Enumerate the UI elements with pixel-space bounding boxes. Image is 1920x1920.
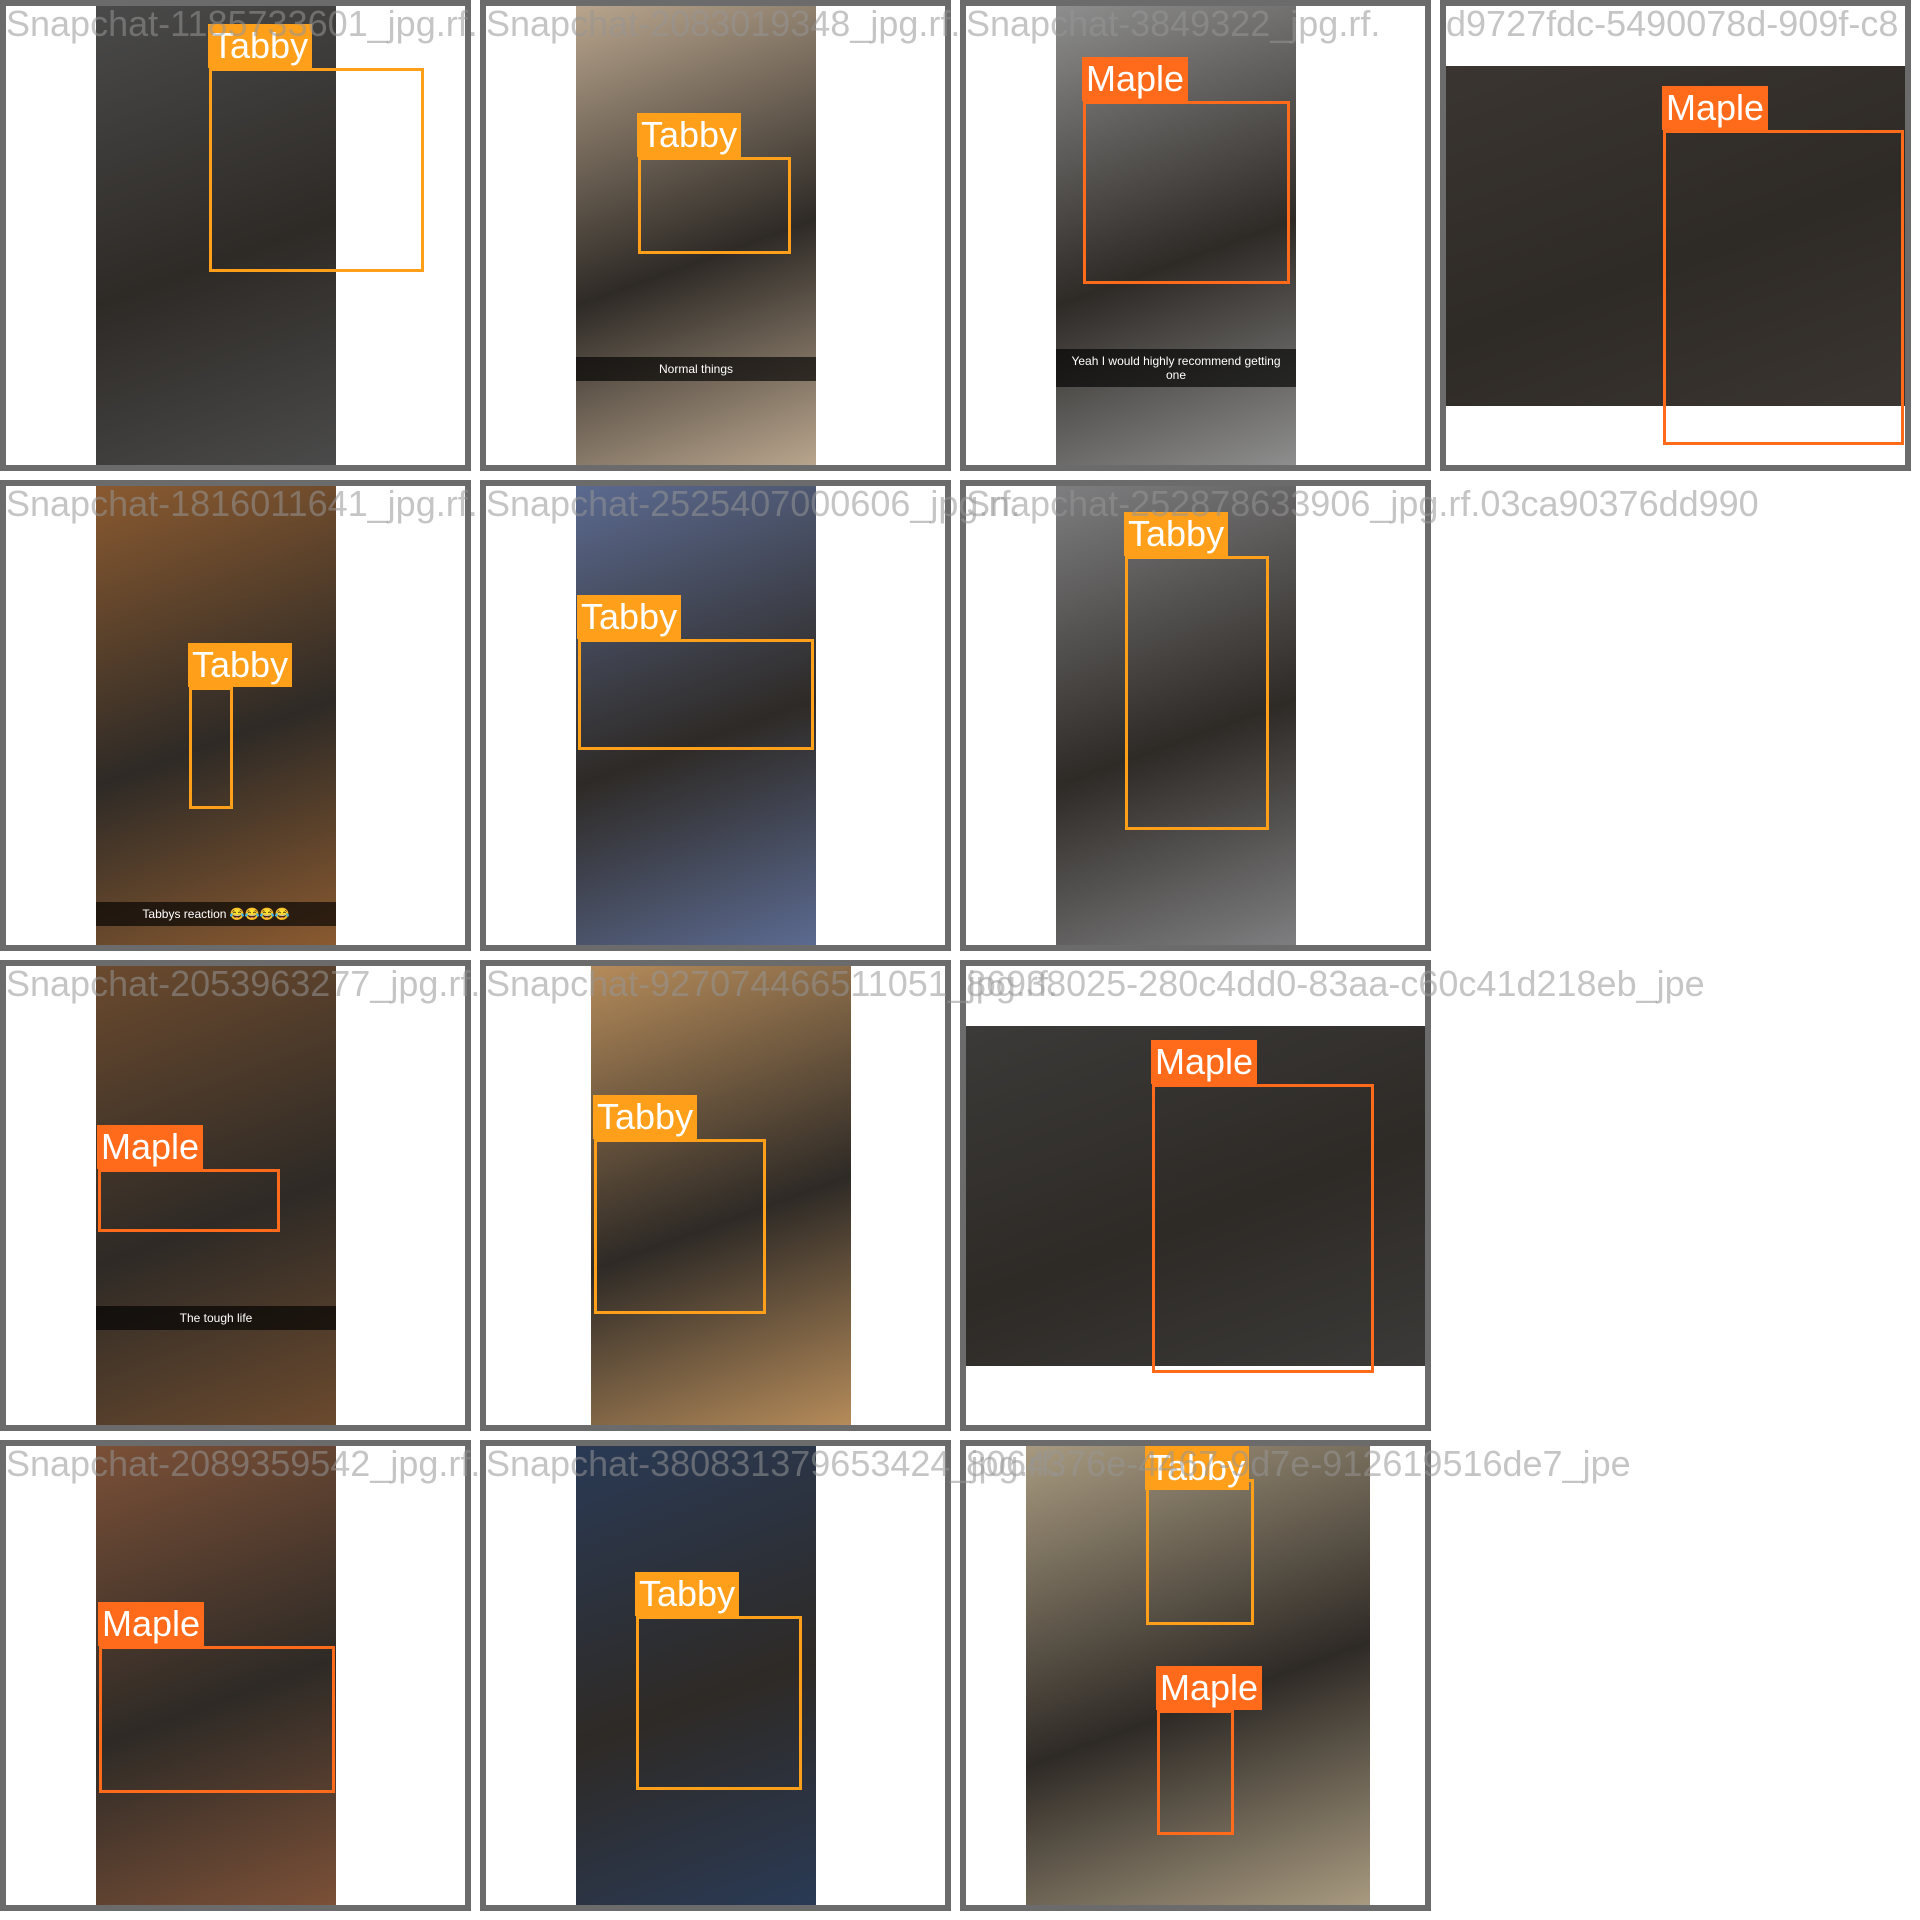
detection-label-tabby: Tabby (188, 643, 293, 687)
image-tile[interactable]: Tabby (480, 960, 951, 1431)
detection-box-maple (1083, 101, 1290, 284)
image-tile[interactable]: Tabby (480, 1440, 951, 1911)
detection-label-maple: Maple (98, 1602, 205, 1646)
detection-box-tabby (1125, 556, 1269, 830)
detection-label-tabby: Tabby (1124, 512, 1229, 556)
image-tile[interactable]: Tabby (960, 480, 1431, 951)
detection-label-tabby: Tabby (1145, 1446, 1250, 1490)
detection-box-maple (99, 1646, 335, 1793)
snap-caption: The tough life (96, 1306, 336, 1330)
image-tile[interactable]: Tabby Maple (960, 1440, 1431, 1911)
detection-label-tabby: Tabby (593, 1095, 698, 1139)
detection-box-tabby (578, 639, 814, 750)
detection-box-tabby (636, 1616, 802, 1790)
image-grid: Tabby Tabby Normal things Maple Yeah I would… (0, 0, 1920, 1920)
detection-box-maple (1152, 1084, 1374, 1373)
detection-box-tabby (209, 68, 424, 272)
detection-box-tabby (189, 687, 233, 809)
detection-box-maple (98, 1169, 280, 1232)
detection-label-tabby: Tabby (637, 113, 742, 157)
detection-label-maple: Maple (1156, 1666, 1263, 1710)
detection-box-tabby (594, 1139, 766, 1314)
snap-caption: Tabbys reaction 😂😂😂😂 (96, 902, 336, 926)
image-tile[interactable]: Tabby (480, 480, 951, 951)
snap-caption: Yeah I would highly recommend getting on… (1056, 349, 1296, 387)
detection-box-maple (1663, 130, 1904, 445)
image-tile[interactable]: Tabby (0, 0, 471, 471)
detection-label-tabby: Tabby (635, 1572, 740, 1616)
detection-label-tabby: Tabby (208, 24, 313, 68)
detection-box-tabby (638, 157, 791, 254)
detection-label-maple: Maple (97, 1125, 204, 1169)
image-tile[interactable]: Tabby Tabbys reaction 😂😂😂😂 (0, 480, 471, 951)
image-tile[interactable]: Maple The tough life (0, 960, 471, 1431)
image-tile[interactable]: Tabby Normal things (480, 0, 951, 471)
detection-label-maple: Maple (1151, 1040, 1258, 1084)
empty-cell (1440, 960, 1911, 1431)
detection-label-tabby: Tabby (577, 595, 682, 639)
detection-label-maple: Maple (1662, 86, 1769, 130)
detection-box-tabby (1146, 1479, 1254, 1625)
empty-cell (1440, 1440, 1911, 1911)
detection-box-maple (1157, 1710, 1234, 1835)
snap-caption: Normal things (576, 357, 816, 381)
image-tile[interactable]: Maple Yeah I would highly recommend getti… (960, 0, 1431, 471)
empty-cell (1440, 480, 1911, 951)
image-tile[interactable]: Maple (960, 960, 1431, 1431)
image-tile[interactable]: Maple (1440, 0, 1911, 471)
image-tile[interactable]: Maple (0, 1440, 471, 1911)
detection-label-maple: Maple (1082, 57, 1189, 101)
